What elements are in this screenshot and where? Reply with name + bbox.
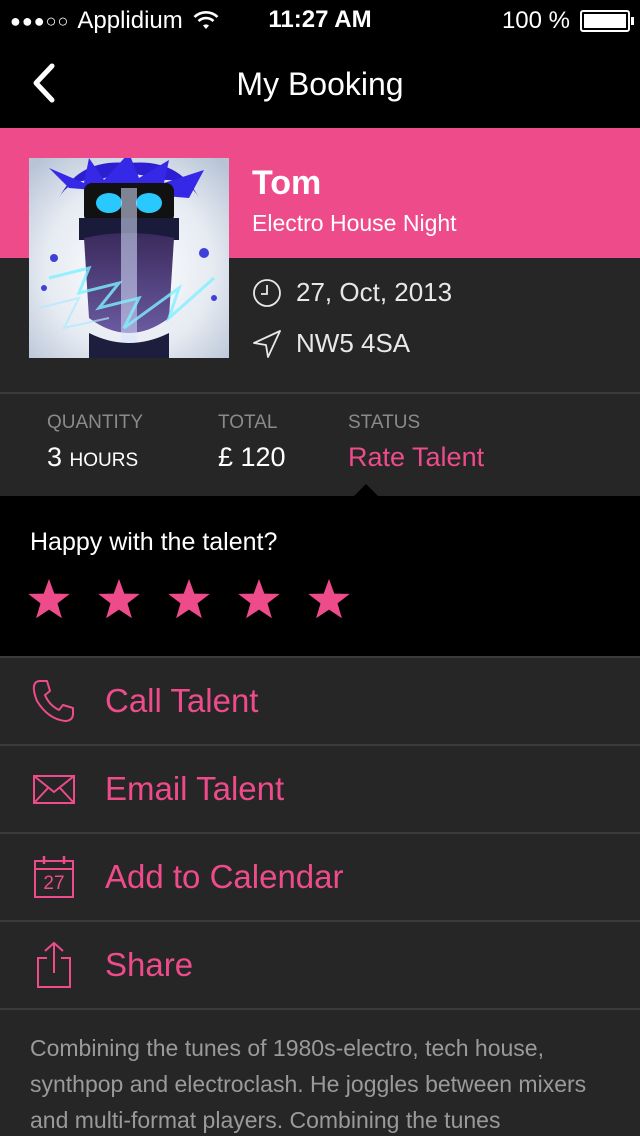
- email-talent-label: Email Talent: [105, 770, 285, 807]
- calendar-icon: 27: [30, 853, 78, 901]
- email-talent-button[interactable]: Email Talent: [0, 744, 640, 832]
- page-title: My Booking: [236, 66, 404, 102]
- calendar-icon-day: 27: [43, 873, 65, 894]
- quantity-unit: HOURS: [69, 450, 139, 471]
- share-button[interactable]: Share: [0, 920, 640, 1008]
- share-label: Share: [105, 946, 194, 983]
- battery-percentage: 100 %: [501, 7, 570, 34]
- booking-stats: QUANTITY 3 HOURS TOTAL £ 120 STATUS Rate…: [0, 394, 640, 496]
- rate-talent-link[interactable]: Rate Talent: [348, 442, 484, 473]
- event-name: Electro House Night: [252, 210, 457, 236]
- add-to-calendar-label: Add to Calendar: [105, 858, 344, 895]
- call-talent-button[interactable]: Call Talent: [0, 656, 640, 744]
- clock-icon: [253, 278, 281, 307]
- booking-date-text: 27, Oct, 2013: [296, 277, 453, 307]
- battery-info: 100 %: [501, 7, 634, 35]
- status-stat[interactable]: STATUS Rate Talent: [348, 412, 484, 473]
- star-1-icon[interactable]: [26, 576, 72, 622]
- quantity-value: 3 HOURS: [47, 442, 143, 473]
- star-3-icon[interactable]: [166, 576, 212, 622]
- talent-description: Combining the tunes of 1980s-electro, te…: [30, 1035, 587, 1133]
- call-talent-label: Call Talent: [105, 682, 259, 719]
- total-label: TOTAL: [218, 412, 278, 433]
- rating-panel: Happy with the talent?: [0, 484, 640, 656]
- rating-question: Happy with the talent?: [30, 528, 278, 556]
- location-arrow-icon: [253, 329, 281, 358]
- phone-icon: [30, 677, 78, 725]
- star-4-icon[interactable]: [236, 576, 282, 622]
- quantity-number: 3: [47, 442, 63, 472]
- divider: [0, 1008, 640, 1010]
- quantity-stat: QUANTITY 3 HOURS: [47, 412, 143, 473]
- talent-name: Tom: [252, 164, 322, 202]
- add-to-calendar-button[interactable]: 27 Add to Calendar: [0, 832, 640, 920]
- talent-photo-image: [29, 158, 229, 358]
- booking-date: 27, Oct, 2013: [252, 277, 452, 308]
- quantity-label: QUANTITY: [47, 412, 144, 433]
- envelope-icon: [30, 765, 78, 813]
- battery-icon: [580, 10, 634, 32]
- share-icon: [30, 941, 78, 989]
- status-bar: ●●●○○ Applidium 11:27 AM 100 %: [0, 0, 640, 40]
- total-value: £ 120: [218, 442, 286, 472]
- total-stat: TOTAL £ 120: [218, 412, 286, 473]
- star-5-icon[interactable]: [306, 576, 352, 622]
- status-label: STATUS: [348, 412, 421, 433]
- booking-location-text: NW5 4SA: [296, 328, 411, 358]
- booking-location: NW5 4SA: [252, 328, 410, 359]
- talent-photo: [29, 158, 229, 358]
- navigation-bar: My Booking: [0, 40, 640, 128]
- star-rating[interactable]: [26, 576, 376, 622]
- star-2-icon[interactable]: [96, 576, 142, 622]
- rating-pointer: [353, 484, 379, 497]
